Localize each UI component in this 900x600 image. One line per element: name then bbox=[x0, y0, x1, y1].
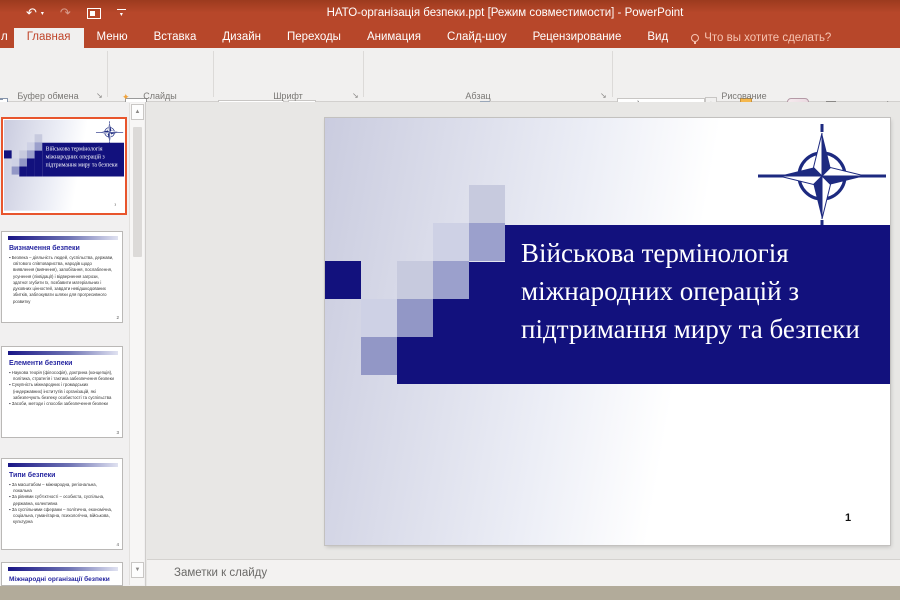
tab-view[interactable]: Вид bbox=[634, 28, 681, 48]
tab-review[interactable]: Рецензирование bbox=[520, 28, 635, 48]
thumb-page-number: 2 bbox=[116, 315, 119, 320]
taskbar bbox=[0, 586, 900, 600]
thumbnail-slide-3[interactable]: Елементи безпеки Наукова теорія (філософ… bbox=[1, 346, 123, 438]
slide-title-line2: міжнародних операцій з bbox=[521, 272, 890, 310]
thumb-accent-line bbox=[8, 236, 118, 240]
clipboard-dialog-launcher-icon[interactable]: ↘ bbox=[96, 91, 103, 100]
pixel-square bbox=[433, 261, 469, 299]
thumb-bullet: Засоби, методи і способи забезпечення бе… bbox=[9, 401, 114, 407]
thumbnail-scrollbar[interactable]: ▲ ▼ bbox=[129, 103, 144, 585]
window-title: НАТО-організація безпеки.ppt [Режим совм… bbox=[0, 7, 900, 19]
thumb-title: Елементи безпеки bbox=[9, 360, 117, 367]
nato-compass-logo-mini bbox=[95, 120, 123, 144]
tab-file-partial[interactable]: л bbox=[0, 28, 14, 48]
tab-design[interactable]: Дизайн bbox=[209, 28, 274, 48]
thumb-bullet: За масштабом – міжнародна, регіональна, … bbox=[9, 482, 114, 494]
pixel-square bbox=[469, 223, 505, 261]
lightbulb-icon bbox=[691, 34, 699, 42]
slide-title-line3: підтримання миру та безпеки bbox=[521, 310, 890, 348]
thumb-accent-line bbox=[8, 351, 118, 355]
scroll-up-icon[interactable]: ▲ bbox=[131, 104, 144, 120]
title-bar: ↶ ▾ ↷ ▾ НАТО-організація безпеки.ppt [Ре… bbox=[0, 0, 900, 28]
tab-slideshow[interactable]: Слайд-шоу bbox=[434, 28, 520, 48]
drawing-group-label: Рисование bbox=[721, 91, 766, 101]
tab-animation[interactable]: Анимация bbox=[354, 28, 434, 48]
font-group-label: Шрифт bbox=[273, 91, 303, 101]
thumb-page-number: 4 bbox=[116, 542, 119, 547]
pixel-square bbox=[397, 261, 433, 299]
banner-step bbox=[433, 299, 469, 384]
notes-label: Заметки к слайду bbox=[174, 567, 267, 579]
pixel-square bbox=[397, 299, 433, 337]
slides-group-label: Слайды bbox=[143, 91, 177, 101]
slide-editor[interactable]: Військова термінологія міжнародних опера… bbox=[325, 118, 890, 545]
slide-canvas[interactable]: Військова термінологія міжнародних опера… bbox=[325, 118, 890, 545]
pixel-square bbox=[433, 223, 469, 261]
thumb-page-number: 3 bbox=[116, 430, 119, 435]
thumb-bullet: Безпека – діяльність людей, суспільства,… bbox=[9, 255, 114, 305]
thumbnail-slide-1[interactable]: Військова термінологія міжнародних опера… bbox=[1, 117, 127, 215]
slide-title[interactable]: Військова термінологія міжнародних опера… bbox=[521, 234, 890, 348]
thumb-bullet: За рівнями суб'єктності – особиста, сусп… bbox=[9, 494, 114, 506]
tell-me-box[interactable]: Что вы хотите сделать? bbox=[681, 28, 841, 48]
thumb-accent-line bbox=[8, 463, 118, 467]
tab-insert[interactable]: Вставка bbox=[141, 28, 210, 48]
thumb-title: Типи безпеки bbox=[9, 472, 117, 479]
nato-compass-logo bbox=[755, 120, 889, 232]
banner-step bbox=[397, 337, 433, 384]
thumbnail-slide-5[interactable]: Міжнародні організації безпеки bbox=[1, 562, 123, 586]
thumb-accent-line bbox=[8, 567, 118, 571]
banner-step bbox=[469, 262, 505, 384]
thumb-bullet: Наукова теорія (філософія), доктрина (ко… bbox=[9, 370, 114, 382]
pixel-square bbox=[325, 261, 361, 299]
scroll-down-icon[interactable]: ▼ bbox=[131, 562, 144, 578]
thumbnail-slide-4[interactable]: Типи безпеки За масштабом – міжнародна, … bbox=[1, 458, 123, 550]
paragraph-dialog-launcher-icon[interactable]: ↘ bbox=[600, 91, 607, 100]
notes-pane[interactable]: Заметки к слайду bbox=[147, 559, 900, 586]
thumbnail-slide-2[interactable]: Визначення безпеки Безпека – діяльність … bbox=[1, 231, 123, 323]
thumb-title: Визначення безпеки bbox=[9, 245, 117, 252]
tab-menu[interactable]: Меню bbox=[84, 28, 141, 48]
ribbon-tabs: л Главная Меню Вставка Дизайн Переходы А… bbox=[0, 28, 900, 48]
pixel-square bbox=[361, 299, 397, 337]
slide-page-number: 1 bbox=[845, 512, 851, 524]
tab-transitions[interactable]: Переходы bbox=[274, 28, 354, 48]
ribbon: Вставить ✂ Вырезать Копировать ▾ Формат … bbox=[0, 48, 900, 102]
thumb-bullet: За суспільними сферами – політична, екон… bbox=[9, 507, 114, 526]
pixel-square bbox=[469, 185, 505, 223]
tell-me-label: Что вы хотите сделать? bbox=[704, 32, 831, 44]
scrollbar-thumb[interactable] bbox=[133, 127, 142, 257]
thumb-title: Міжнародні організації безпеки bbox=[9, 576, 117, 583]
clipboard-group-label: Буфер обмена bbox=[17, 91, 78, 101]
paragraph-group-label: Абзац bbox=[465, 91, 490, 101]
slide-title-line1: Військова термінологія bbox=[521, 234, 890, 272]
tab-home[interactable]: Главная bbox=[14, 28, 84, 48]
font-dialog-launcher-icon[interactable]: ↘ bbox=[352, 91, 359, 100]
pixel-square bbox=[361, 337, 397, 375]
thumb-bullet: Сукупність міжнародних і громадських (не… bbox=[9, 382, 114, 401]
